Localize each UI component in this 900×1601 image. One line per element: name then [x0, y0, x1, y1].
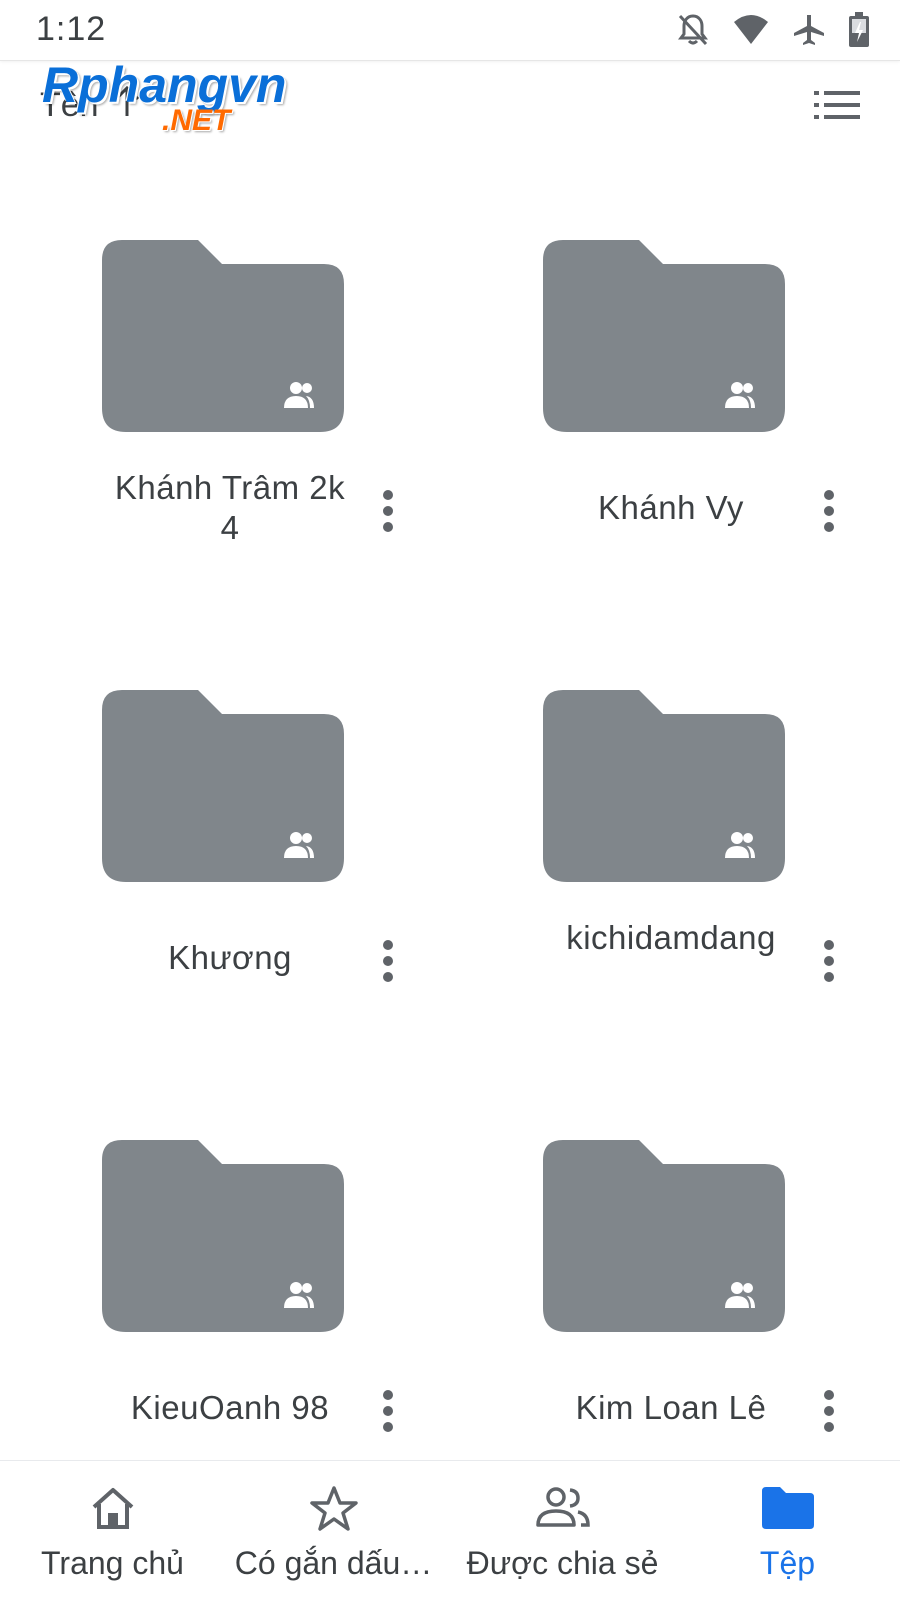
shared-folder-icon[interactable] — [102, 240, 344, 432]
star-icon — [309, 1485, 359, 1538]
more-options-icon[interactable] — [814, 940, 844, 982]
folder-name: Khánh Trâm 2k4 — [114, 469, 346, 546]
folder-item[interactable]: Khánh Vy — [441, 240, 891, 680]
nav-label: Có gắn dấu… — [234, 1545, 433, 1581]
folder-icon — [761, 1485, 814, 1534]
battery-charging-icon — [848, 12, 870, 48]
list-view-icon[interactable] — [814, 90, 860, 125]
arrow-up-icon[interactable] — [112, 84, 142, 123]
nav-item-shared[interactable]: Được chia sẻ — [450, 1461, 675, 1601]
more-options-icon[interactable] — [814, 1390, 844, 1432]
folder-item[interactable]: kichidamdang — [441, 690, 891, 1130]
nav-label: Trang chủ — [41, 1545, 184, 1581]
more-options-icon[interactable] — [373, 1390, 403, 1432]
folder-item[interactable]: Khánh Trâm 2k4 — [0, 240, 450, 680]
folder-name: KieuOanh 98 — [130, 1389, 330, 1426]
sort-bar: Tên — [0, 62, 900, 152]
nav-label: Tệp — [759, 1545, 816, 1581]
folder-name: Kim Loan Lê — [575, 1389, 767, 1426]
folder-name: Khánh Vy — [598, 489, 744, 526]
nav-label: Được chia sẻ — [466, 1545, 659, 1581]
shared-folder-icon[interactable] — [543, 1140, 785, 1332]
nav-item-starred[interactable]: Có gắn dấu… — [221, 1461, 446, 1601]
more-options-icon[interactable] — [814, 490, 844, 532]
home-icon — [90, 1485, 136, 1536]
shared-folder-icon[interactable] — [102, 690, 344, 882]
folder-name: Khương — [168, 939, 292, 976]
sort-by-name-button[interactable]: Tên — [40, 86, 99, 125]
more-options-icon[interactable] — [373, 940, 403, 982]
status-bar: 1:12 — [0, 0, 900, 61]
shared-people-icon — [534, 1485, 592, 1534]
airplane-mode-icon — [792, 13, 826, 47]
notifications-off-icon — [676, 12, 710, 48]
shared-folder-icon[interactable] — [543, 240, 785, 432]
bottom-navigation: Trang chủ Có gắn dấu… Được chia sẻ Tệp — [0, 1460, 900, 1601]
status-time: 1:12 — [36, 10, 107, 48]
shared-folder-icon[interactable] — [543, 690, 785, 882]
nav-item-files[interactable]: Tệp — [675, 1461, 900, 1601]
folder-name: kichidamdang — [566, 919, 776, 956]
wifi-icon — [732, 14, 770, 46]
shared-folder-icon[interactable] — [102, 1140, 344, 1332]
more-options-icon[interactable] — [373, 490, 403, 532]
status-icons — [676, 12, 870, 48]
folder-item[interactable]: Khương — [0, 690, 450, 1130]
nav-item-home[interactable]: Trang chủ — [0, 1461, 225, 1601]
